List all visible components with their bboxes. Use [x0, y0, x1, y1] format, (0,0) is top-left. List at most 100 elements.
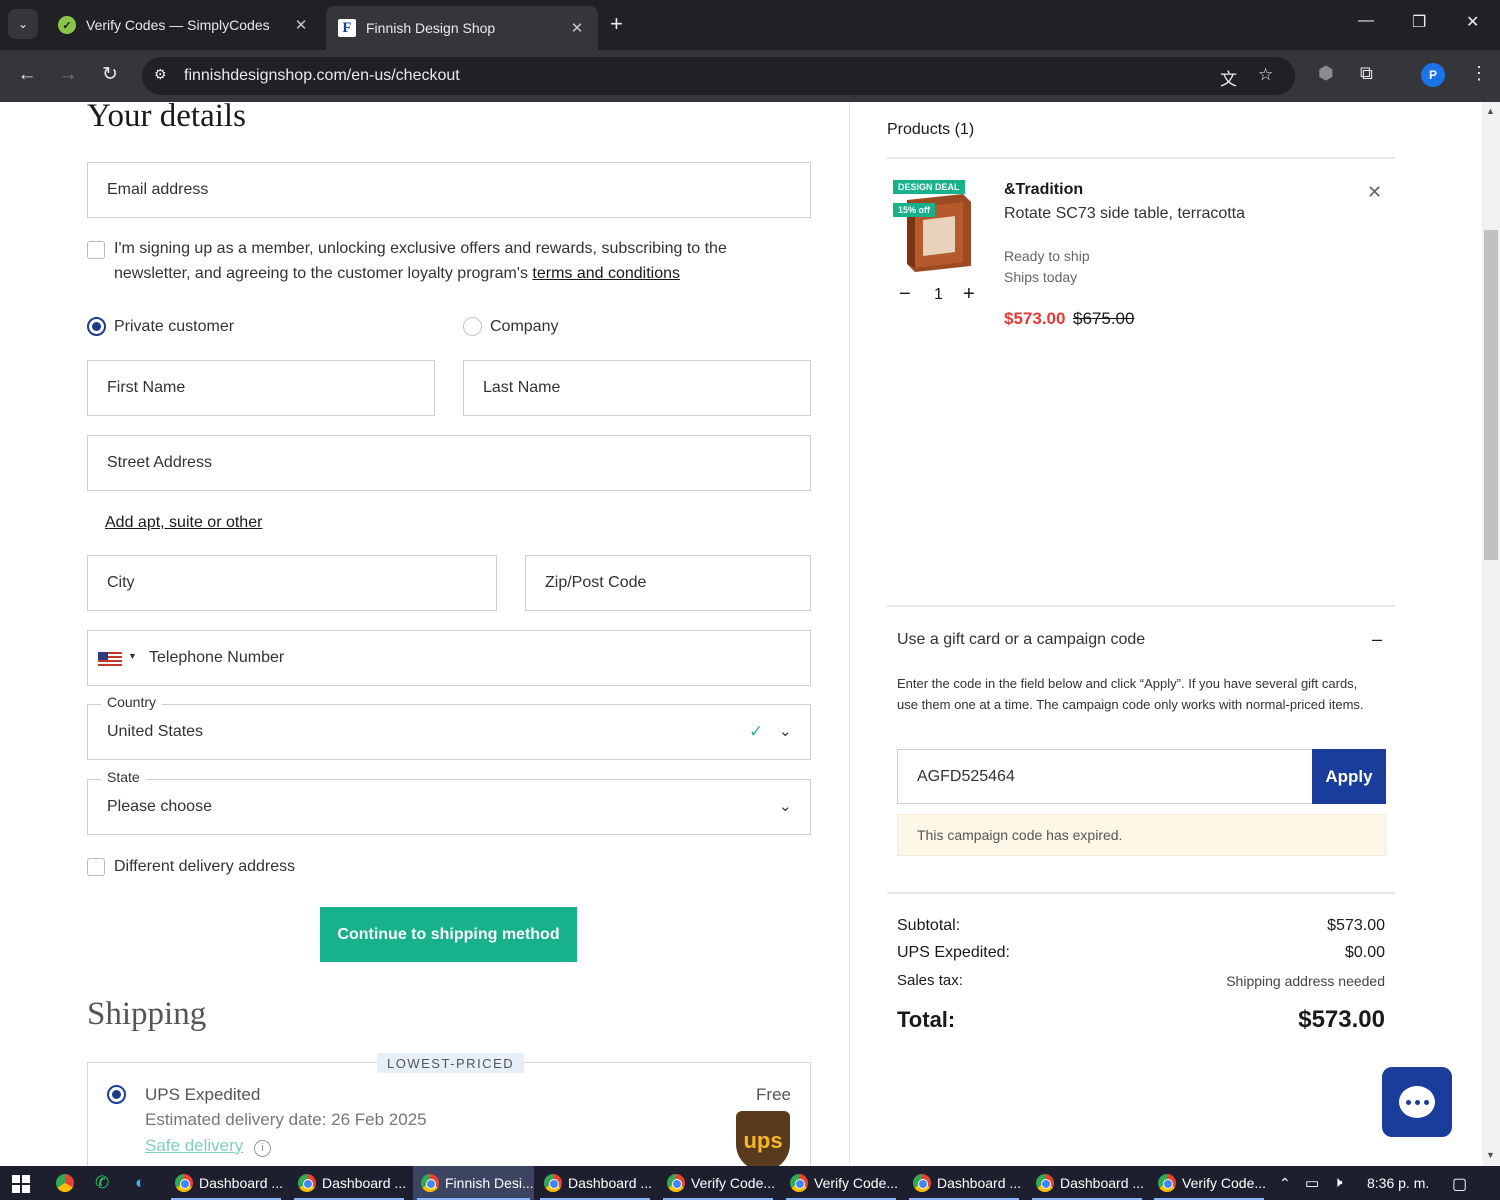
different-delivery-checkbox[interactable]: [87, 858, 105, 876]
taskbar-item-label: Dashboard ...: [1060, 1175, 1145, 1191]
scroll-thumb[interactable]: [1484, 230, 1498, 560]
extension-icon[interactable]: ⬢: [1318, 63, 1334, 84]
forward-icon[interactable]: →: [55, 63, 81, 87]
summary-divider: [887, 892, 1395, 894]
taskbar-item-label: Dashboard ...: [322, 1175, 407, 1191]
browser-toolbar: ← → ↻ ⚙ finnishdesignshop.com/en-us/chec…: [0, 50, 1500, 102]
company-radio[interactable]: [463, 317, 482, 336]
page-scrollbar[interactable]: ▲ ▼: [1482, 102, 1500, 1166]
product-image[interactable]: [893, 180, 973, 276]
volume-icon[interactable]: 🕨: [1333, 1174, 1342, 1191]
edge-icon[interactable]: ◐: [135, 1173, 145, 1193]
add-apt-link[interactable]: Add apt, suite or other: [105, 514, 262, 532]
restore-icon[interactable]: ❐: [1412, 12, 1426, 32]
product-name[interactable]: Rotate SC73 side table, terracotta: [1004, 205, 1245, 223]
subtotal-value: $573.00: [1327, 917, 1385, 934]
product-brand: &Tradition: [1004, 181, 1084, 198]
subtotal-label: Subtotal:: [897, 917, 961, 934]
quantity-increase-icon[interactable]: +: [963, 283, 975, 306]
ups-logo-text: ups: [743, 1128, 783, 1153]
telephone-placeholder: Telephone Number: [149, 649, 285, 666]
taskbar-item-dashboard[interactable]: Dashboard ...: [290, 1166, 408, 1200]
chrome-icon: [790, 1174, 808, 1192]
whatsapp-icon[interactable]: ✆: [95, 1173, 109, 1193]
chat-button[interactable]: [1382, 1067, 1452, 1137]
shipping-method-name: UPS Expedited: [145, 1085, 261, 1104]
private-customer-radio[interactable]: [87, 317, 106, 336]
chevron-down-icon[interactable]: ⌄: [779, 722, 792, 740]
country-select[interactable]: United States ✓ ⌄: [87, 704, 811, 760]
state-select[interactable]: Please choose ⌄: [87, 779, 811, 835]
campaign-code-input[interactable]: AGFD525464: [897, 749, 1313, 804]
chrome-icon: [1158, 1174, 1176, 1192]
email-field[interactable]: Email address: [87, 162, 811, 218]
scroll-up-icon[interactable]: ▲: [1486, 106, 1495, 116]
taskbar-item-verify-codes[interactable]: Verify Code...: [1150, 1166, 1268, 1200]
browser-tab-bar: ⌄ ✓ Verify Codes — SimplyCodes ✕ F Finni…: [0, 0, 1500, 50]
remove-product-icon[interactable]: ✕: [1367, 182, 1382, 203]
quantity-decrease-icon[interactable]: −: [899, 283, 911, 306]
menu-kebab-icon[interactable]: ⋮: [1470, 63, 1488, 84]
new-tab-icon[interactable]: +: [610, 12, 623, 36]
shipping-option-ups[interactable]: UPS Expedited Free Estimated delivery da…: [87, 1062, 811, 1166]
reload-icon[interactable]: ↻: [97, 63, 123, 87]
taskbar-item-verify-codes[interactable]: Verify Code...: [659, 1166, 777, 1200]
tab-search-button[interactable]: ⌄: [8, 9, 38, 39]
gift-instructions: Enter the code in the field below and cl…: [897, 676, 1364, 712]
clock[interactable]: 8:36 p. m.: [1367, 1175, 1429, 1191]
taskbar-item-finnish-design[interactable]: Finnish Desi...: [413, 1166, 534, 1200]
tab-finnish-design-shop[interactable]: F Finnish Design Shop ✕: [326, 6, 598, 50]
us-flag-icon[interactable]: [98, 652, 122, 666]
info-icon[interactable]: i: [254, 1140, 272, 1157]
street-address-field[interactable]: Street Address: [87, 435, 811, 491]
country-code-caret-icon[interactable]: ▼: [128, 651, 137, 661]
bookmark-star-icon[interactable]: ☆: [1258, 65, 1273, 85]
chrome-icon: [298, 1174, 316, 1192]
member-signup-checkbox[interactable]: [87, 241, 105, 259]
zip-placeholder: Zip/Post Code: [545, 574, 647, 591]
safe-delivery-link[interactable]: Safe delivery: [145, 1136, 243, 1155]
zip-field[interactable]: Zip/Post Code: [525, 555, 811, 611]
scroll-down-icon[interactable]: ▼: [1486, 1150, 1495, 1160]
collapse-icon[interactable]: –: [1372, 629, 1382, 650]
checkout-page: Your details Email address I'm signing u…: [0, 102, 1482, 1166]
site-settings-icon[interactable]: ⚙: [154, 66, 167, 83]
apply-button[interactable]: Apply: [1312, 749, 1386, 804]
tab-simplycodes[interactable]: ✓ Verify Codes — SimplyCodes ✕: [46, 6, 322, 44]
telephone-field[interactable]: ▼ Telephone Number: [87, 630, 811, 686]
taskbar-item-dashboard[interactable]: Dashboard ...: [167, 1166, 285, 1200]
last-name-field[interactable]: Last Name: [463, 360, 811, 416]
close-icon[interactable]: ✕: [568, 19, 586, 37]
terms-link[interactable]: terms and conditions: [532, 265, 680, 282]
close-window-icon[interactable]: ✕: [1466, 12, 1479, 32]
profile-avatar[interactable]: P: [1421, 63, 1445, 87]
city-field[interactable]: City: [87, 555, 497, 611]
lowest-priced-badge: LOWEST-PRICED: [377, 1053, 525, 1073]
continue-shipping-button[interactable]: Continue to shipping method: [320, 907, 577, 962]
products-title: Products (1): [887, 121, 975, 138]
taskbar-item-verify-codes[interactable]: Verify Code...: [782, 1166, 900, 1200]
taskbar-item-dashboard[interactable]: Dashboard ...: [536, 1166, 654, 1200]
address-bar[interactable]: ⚙ finnishdesignshop.com/en-us/checkout 文…: [142, 57, 1295, 95]
first-name-field[interactable]: First Name: [87, 360, 435, 416]
notifications-icon[interactable]: ▢: [1452, 1174, 1467, 1194]
network-icon[interactable]: ▭: [1305, 1174, 1319, 1192]
taskbar-item-label: Dashboard ...: [937, 1175, 1022, 1191]
back-icon[interactable]: ←: [14, 63, 40, 87]
close-icon[interactable]: ✕: [292, 16, 310, 34]
different-delivery-label: Different delivery address: [114, 858, 296, 875]
ups-expedited-radio[interactable]: [107, 1085, 126, 1104]
product-old-price: $675.00: [1073, 309, 1135, 328]
extensions-puzzle-icon[interactable]: ⧉: [1360, 63, 1373, 84]
url-text: finnishdesignshop.com/en-us/checkout: [184, 67, 460, 84]
taskbar-item-dashboard[interactable]: Dashboard ...: [1028, 1166, 1146, 1200]
tray-chevron-up-icon[interactable]: ⌃: [1279, 1175, 1291, 1192]
state-value: Please choose: [107, 798, 212, 815]
chrome-icon[interactable]: [56, 1174, 74, 1192]
chevron-down-icon[interactable]: ⌄: [779, 797, 792, 815]
gift-card-title[interactable]: Use a gift card or a campaign code: [897, 631, 1145, 649]
windows-start-icon[interactable]: [12, 1175, 30, 1193]
translate-icon[interactable]: 文: [1220, 65, 1237, 90]
taskbar-item-dashboard[interactable]: Dashboard ...: [905, 1166, 1023, 1200]
minimize-icon[interactable]: —: [1358, 12, 1374, 30]
